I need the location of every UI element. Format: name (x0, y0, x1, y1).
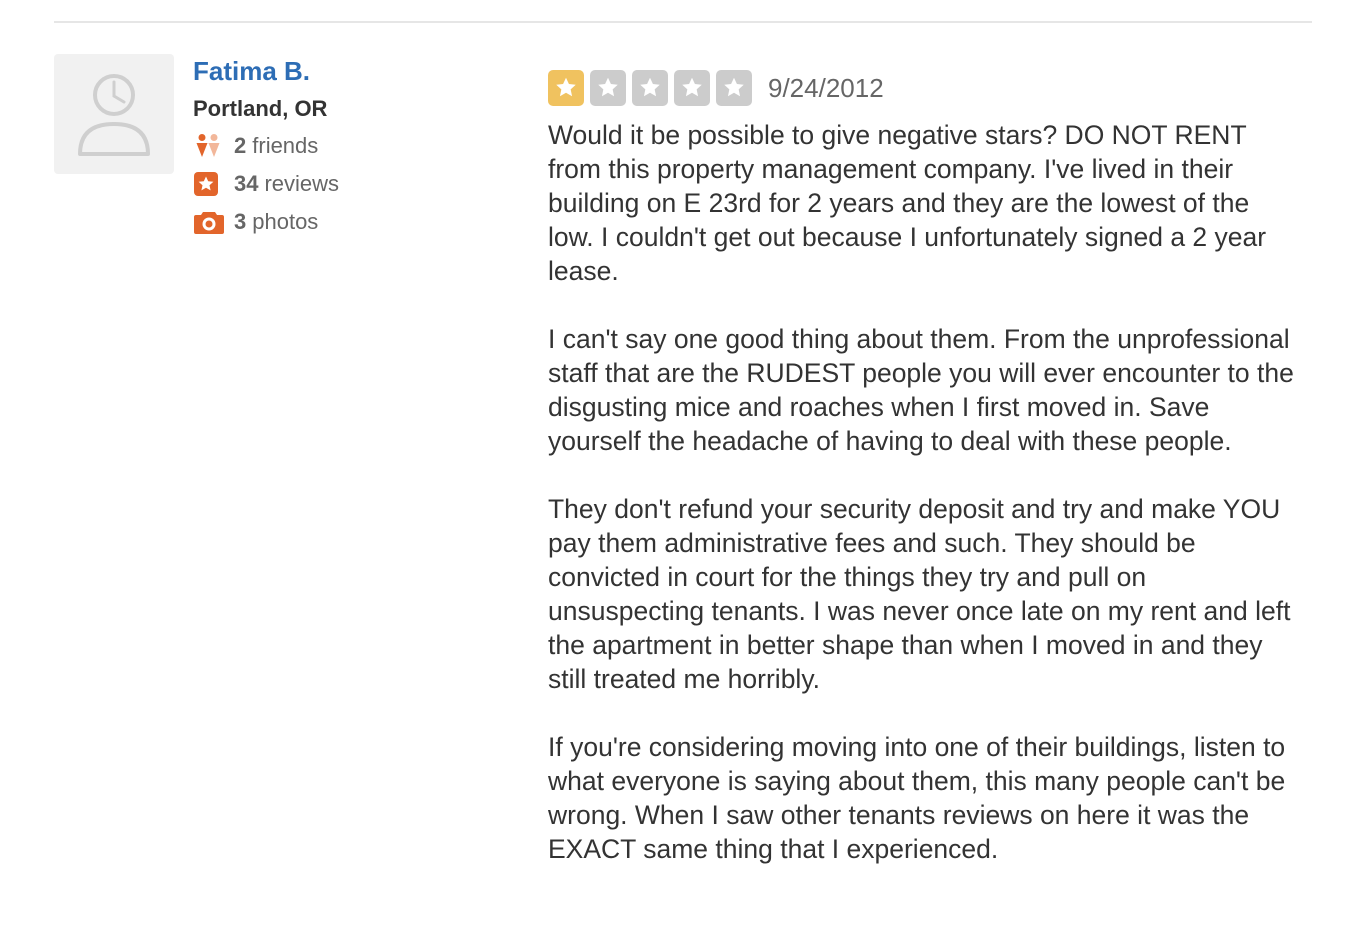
reviews-count: 34 (234, 171, 259, 196)
rating-star-icon (590, 70, 626, 106)
review-star-icon (193, 170, 225, 198)
user-name-link[interactable]: Fatima B. (193, 56, 310, 87)
photos-label: photos (252, 209, 319, 234)
photos-stat: 3 photos (193, 207, 318, 237)
friends-label: friends (252, 133, 319, 158)
rating-star-icon (632, 70, 668, 106)
review-item: Fatima B. Portland, OR 2 friends 34 revi… (54, 54, 1312, 914)
review-rating: 9/24/2012 (548, 70, 884, 106)
review-paragraph: Would it be possible to give negative st… (548, 120, 1267, 286)
user-avatar[interactable] (54, 54, 174, 174)
top-divider (54, 21, 1312, 23)
default-avatar-icon (78, 74, 150, 156)
review-date: 9/24/2012 (768, 72, 884, 103)
friends-count: 2 (234, 133, 247, 158)
rating-star-icon (716, 70, 752, 106)
user-location: Portland, OR (193, 96, 328, 121)
review-paragraph: I can't say one good thing about them. F… (548, 324, 1294, 456)
friends-stat: 2 friends (193, 131, 318, 161)
reviews-stat: 34 reviews (193, 169, 339, 199)
reviews-label: reviews (264, 171, 340, 196)
rating-star-icon (674, 70, 710, 106)
review-paragraph: They don't refund your security deposit … (548, 494, 1291, 694)
rating-star-icon (548, 70, 584, 106)
camera-icon (193, 208, 225, 236)
review-paragraph: If you're considering moving into one of… (548, 732, 1286, 864)
photos-count: 3 (234, 209, 247, 234)
star-rating (548, 70, 758, 106)
friends-icon (193, 132, 225, 160)
review-content: Would it be possible to give negative st… (548, 118, 1300, 900)
